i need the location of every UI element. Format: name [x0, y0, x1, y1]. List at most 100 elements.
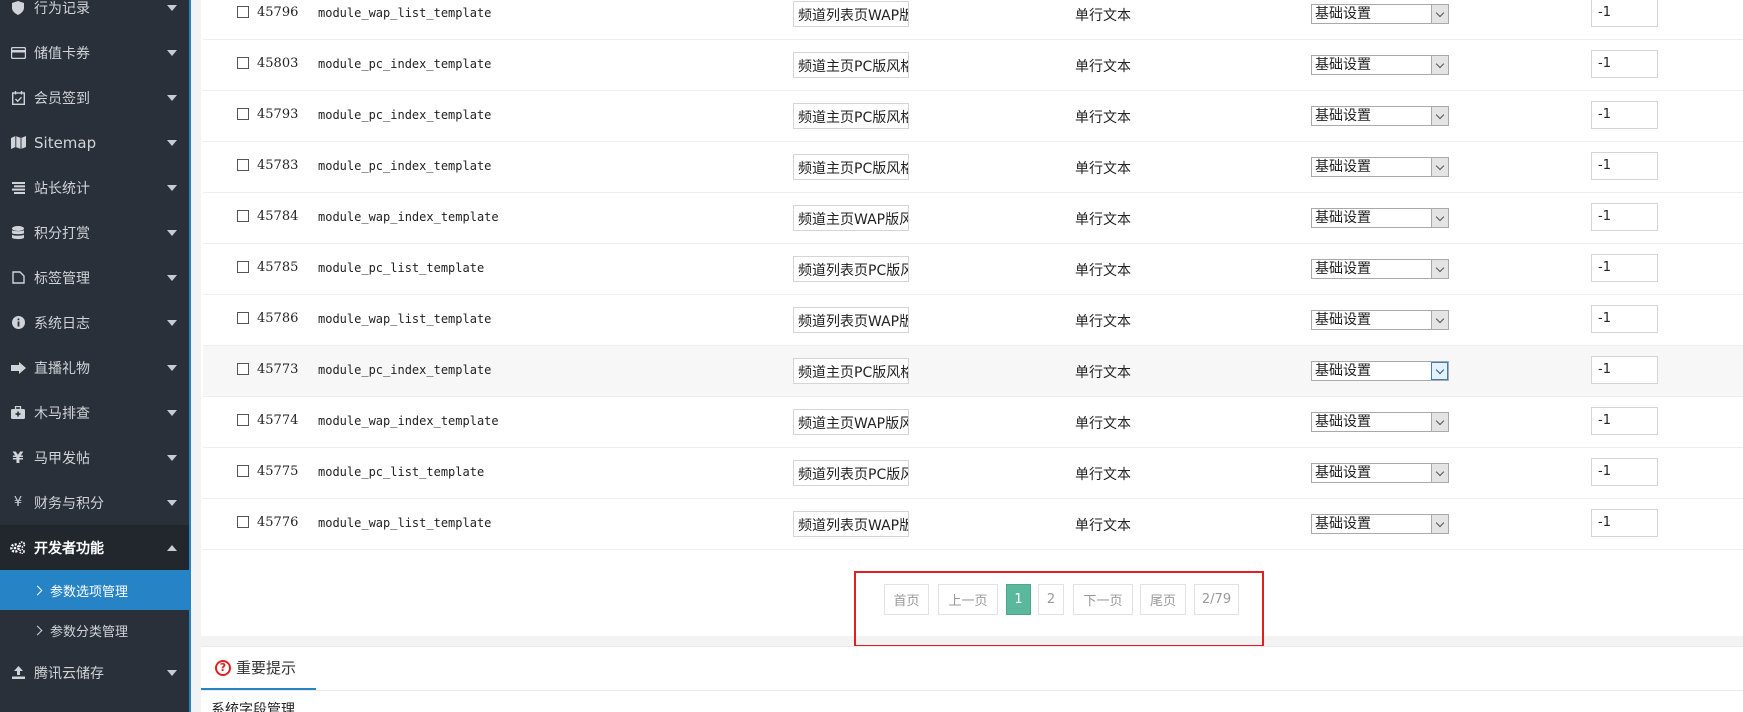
sidebar-item-member-checkin[interactable]: 会员签到 [0, 75, 189, 120]
tab-important-tips[interactable]: ? 重要提示 [201, 647, 316, 690]
row-order-input[interactable]: -1 [1591, 101, 1658, 129]
sidebar-item-developer[interactable]: 开发者功能 [0, 525, 189, 570]
sidebar-item-label: 储值卡券 [34, 45, 90, 62]
row-order-input[interactable]: -1 [1591, 356, 1658, 384]
row-group-select[interactable]: 基础设置 [1311, 208, 1449, 228]
row-title-input[interactable]: 频道主页WAP版风格 [793, 205, 909, 231]
row-title-input[interactable]: 频道主页PC版风格 [793, 103, 909, 129]
row-checkbox[interactable] [237, 261, 249, 273]
row-title-input[interactable]: 频道主页PC版风格 [793, 52, 909, 78]
row-group-select[interactable]: 基础设置 [1311, 310, 1449, 330]
sidebar-item-tencent-cloud-storage[interactable]: 腾讯云储存 [0, 650, 189, 695]
sidebar-item-label: 直播礼物 [34, 360, 90, 377]
sidebar-item-stored-value-card[interactable]: 储值卡券 [0, 30, 189, 75]
row-title-input[interactable]: 频道主页WAP版风格 [793, 409, 909, 435]
row-order-input[interactable]: -1 [1591, 203, 1658, 231]
chevron-down-icon [167, 49, 177, 56]
page-1-button[interactable]: 1 [1006, 584, 1031, 615]
row-group-select[interactable]: 基础设置 [1311, 157, 1449, 177]
row-group-select[interactable]: 基础设置 [1311, 4, 1449, 24]
sidebar-subitem-label: 参数分类管理 [50, 624, 129, 640]
sidebar-item-behavior-log[interactable]: 行为记录 [0, 0, 189, 30]
sidebar-item-live-gifts[interactable]: 直播礼物 [0, 345, 189, 390]
row-order-input[interactable]: -1 [1591, 407, 1658, 435]
row-title-input[interactable]: 频道主页PC版风格 [793, 154, 909, 180]
row-field-type: 单行文本 [1075, 518, 1131, 534]
row-field-name: module_wap_index_template [318, 414, 499, 428]
row-order-input[interactable]: -1 [1591, 509, 1658, 537]
page-count-info: 2/79 [1194, 584, 1239, 615]
row-checkbox[interactable] [237, 210, 249, 222]
sidebar-item-system-log[interactable]: 系统日志 [0, 300, 189, 345]
map-icon [10, 136, 26, 149]
table-row: 45783 module_pc_index_template 频道主页PC版风格 单行… [203, 142, 1743, 193]
tab-label: 重要提示 [236, 659, 297, 677]
row-checkbox[interactable] [237, 108, 249, 120]
row-group-select[interactable]: 基础设置 [1311, 106, 1449, 126]
row-group-select[interactable]: 基础设置 [1311, 514, 1449, 534]
row-checkbox[interactable] [237, 57, 249, 69]
row-checkbox[interactable] [237, 465, 249, 477]
row-title-input[interactable]: 频道列表页PC版风格 [793, 256, 909, 282]
sidebar-item-webmaster-stats[interactable]: 站长统计 [0, 165, 189, 210]
chevron-down-icon [1431, 209, 1448, 227]
chevron-down-icon [167, 669, 177, 676]
calendar-check-icon [10, 90, 26, 105]
sidebar-subitem-param-options[interactable]: 参数选项管理 [0, 570, 189, 610]
pagination: 首页 上一页 1 2 下一页 尾页 2/79 [854, 571, 1264, 647]
row-order-input[interactable]: -1 [1591, 305, 1658, 333]
row-group-select[interactable]: 基础设置 [1311, 55, 1449, 75]
first-page-button[interactable]: 首页 [884, 584, 929, 615]
row-title-input[interactable]: 频道列表页WAP版风格 [793, 307, 909, 333]
row-id: 45796 [257, 5, 299, 20]
last-page-button[interactable]: 尾页 [1140, 584, 1186, 615]
table-row: 45776 module_wap_list_template 频道列表页WAP版风格… [203, 499, 1743, 550]
sidebar-item-trojan-scan[interactable]: 木马排查 [0, 390, 189, 435]
row-order-input[interactable]: -1 [1591, 0, 1658, 27]
row-title-input[interactable]: 频道主页PC版风格 [793, 358, 909, 384]
chevron-down-icon [1431, 362, 1448, 380]
row-id: 45773 [257, 362, 299, 377]
row-field-name: module_pc_index_template [318, 159, 492, 173]
sidebar-item-label: 积分打赏 [34, 225, 90, 242]
chevron-down-icon [167, 184, 177, 191]
row-group-select[interactable]: 基础设置 [1311, 259, 1449, 279]
divider [201, 690, 1743, 691]
row-order-input[interactable]: -1 [1591, 50, 1658, 78]
sidebar-item-sitemap[interactable]: Sitemap [0, 120, 189, 165]
chevron-down-icon [167, 409, 177, 416]
row-order-input[interactable]: -1 [1591, 458, 1658, 486]
sidebar-item-tag-management[interactable]: 标签管理 [0, 255, 189, 300]
sidebar-subitem-param-categories[interactable]: 参数分类管理 [0, 610, 189, 650]
chevron-down-icon [167, 139, 177, 146]
row-order-input[interactable]: -1 [1591, 254, 1658, 282]
row-id: 45774 [257, 413, 299, 428]
row-title-input[interactable]: 频道列表页WAP版风格 [793, 1, 909, 27]
row-field-type: 单行文本 [1075, 416, 1131, 432]
row-field-name: module_pc_list_template [318, 261, 485, 275]
row-checkbox[interactable] [237, 312, 249, 324]
page-2-button[interactable]: 2 [1038, 584, 1064, 615]
sidebar-item-points-reward[interactable]: 积分打赏 [0, 210, 189, 255]
row-checkbox[interactable] [237, 516, 249, 528]
row-field-type: 单行文本 [1075, 161, 1131, 177]
prev-page-button[interactable]: 上一页 [938, 584, 998, 615]
chevron-down-icon [1431, 56, 1448, 74]
row-group-select[interactable]: 基础设置 [1311, 412, 1449, 432]
sidebar-item-finance-points[interactable]: ¥ 财务与积分 [0, 480, 189, 525]
row-order-input[interactable]: -1 [1591, 152, 1658, 180]
row-checkbox[interactable] [237, 6, 249, 18]
sidebar-item-vest-posting[interactable]: ¥ 马甲发帖 [0, 435, 189, 480]
chevron-down-icon [1431, 464, 1448, 482]
sidebar-subitem-label: 参数选项管理 [50, 584, 129, 600]
row-title-input[interactable]: 频道列表页PC版风格 [793, 460, 909, 486]
row-checkbox[interactable] [237, 363, 249, 375]
table-row: 45796 module_wap_list_template 频道列表页WAP版风格… [203, 0, 1743, 40]
row-title-input[interactable]: 频道列表页WAP版风格 [793, 511, 909, 537]
row-group-select[interactable]: 基础设置 [1311, 463, 1449, 483]
row-group-select[interactable]: 基础设置 [1311, 361, 1449, 381]
row-checkbox[interactable] [237, 159, 249, 171]
row-checkbox[interactable] [237, 414, 249, 426]
next-page-button[interactable]: 下一页 [1073, 584, 1133, 615]
table-row: 45773 module_pc_index_template 频道主页PC版风格 单行… [203, 346, 1743, 397]
